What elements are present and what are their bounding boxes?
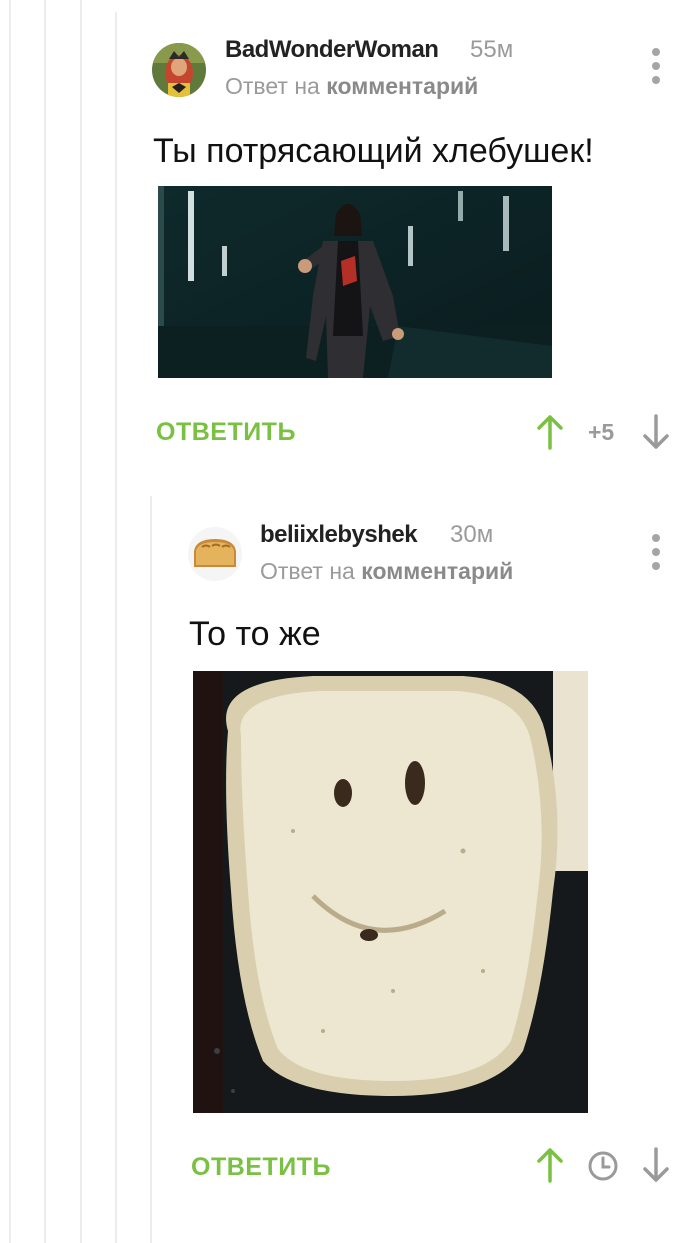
thread-line (44, 0, 46, 1243)
comment-text: То то же (189, 615, 321, 653)
comment-image[interactable] (158, 186, 552, 378)
more-menu-icon[interactable] (646, 48, 666, 88)
thread-line (115, 12, 117, 1243)
timestamp: 55м (470, 36, 514, 63)
username[interactable]: BadWonderWoman (225, 36, 439, 64)
reply-to: Ответ на комментарий (225, 73, 478, 100)
thread-line (9, 0, 11, 1243)
comment: BadWonderWoman 55м Ответ на комментарий … (140, 0, 700, 490)
reply-button[interactable]: ОТВЕТИТЬ (191, 1153, 331, 1182)
reply-to-link[interactable]: комментарий (326, 73, 478, 99)
thread-line (80, 0, 82, 1243)
reply-button[interactable]: ОТВЕТИТЬ (156, 418, 296, 447)
comment-text: Ты потрясающий хлебушек! (153, 132, 594, 170)
reply-to-prefix: Ответ на (260, 558, 355, 584)
clock-icon (587, 1150, 619, 1182)
timestamp: 30м (450, 521, 494, 548)
downvote-arrow-icon[interactable] (642, 414, 670, 450)
reply-to: Ответ на комментарий (260, 558, 513, 585)
comment: beliixlebyshek 30м Ответ на комментарий … (176, 496, 700, 1243)
comment-image[interactable] (193, 671, 588, 1113)
reply-to-prefix: Ответ на (225, 73, 320, 99)
more-menu-icon[interactable] (646, 534, 666, 574)
downvote-arrow-icon[interactable] (642, 1147, 670, 1183)
avatar[interactable] (152, 43, 206, 97)
upvote-arrow-icon[interactable] (536, 414, 564, 450)
thread-line (150, 496, 152, 1243)
upvote-arrow-icon[interactable] (536, 1147, 564, 1183)
username[interactable]: beliixlebyshek (260, 521, 418, 549)
avatar[interactable] (188, 527, 242, 581)
reply-to-link[interactable]: комментарий (361, 558, 513, 584)
rating-count: +5 (588, 419, 615, 445)
